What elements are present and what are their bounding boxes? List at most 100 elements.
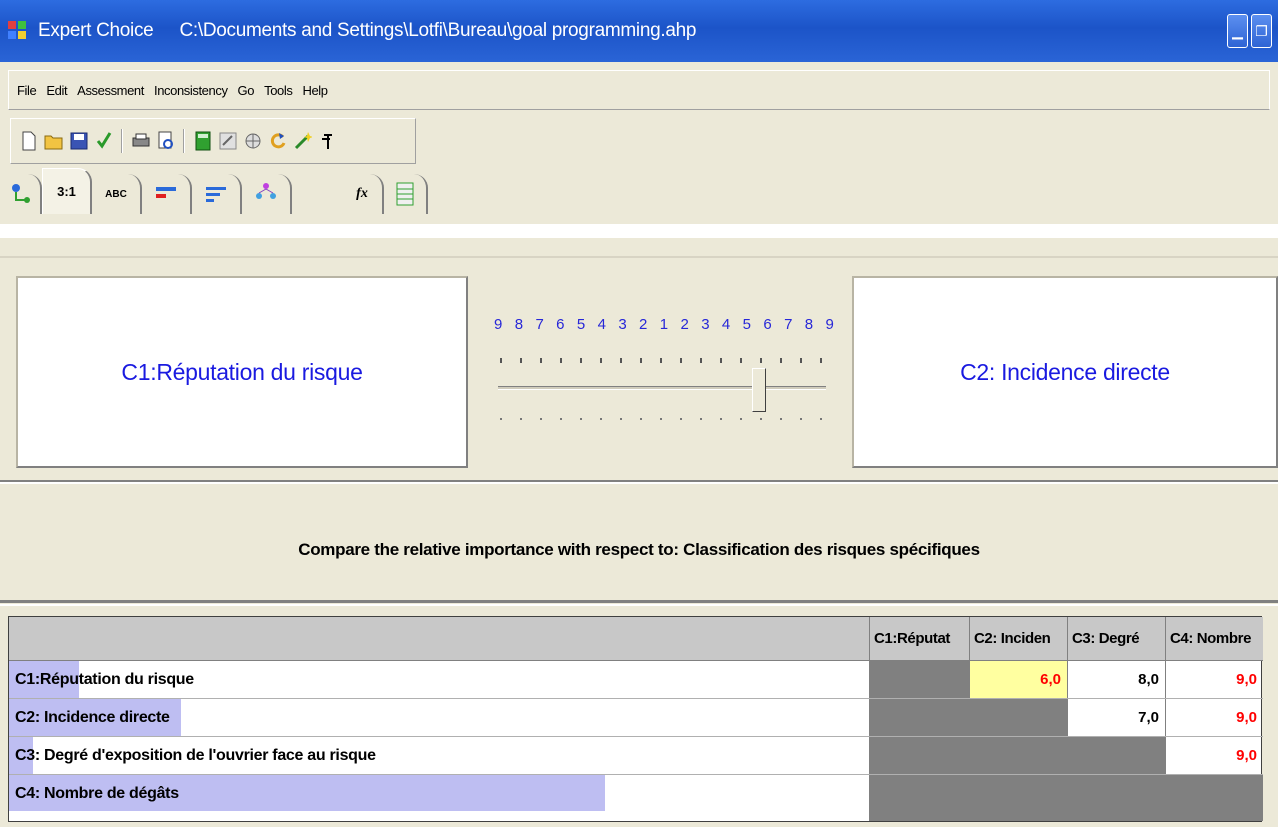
scale-num[interactable]: 9 xyxy=(826,316,834,333)
app-icon[interactable] xyxy=(8,21,28,41)
slider-dot xyxy=(660,418,662,420)
matrix-cell[interactable]: 8,0 xyxy=(1067,661,1165,698)
scale-num[interactable]: 3 xyxy=(701,316,709,333)
matrix-cell xyxy=(869,775,969,821)
menu-go[interactable]: Go xyxy=(238,83,255,98)
matrix-cell[interactable]: 9,0 xyxy=(1165,699,1263,736)
matrix-cell-selected[interactable]: 6,0 xyxy=(969,661,1067,698)
menu-tools[interactable]: Tools xyxy=(264,83,293,98)
scale-num[interactable]: 4 xyxy=(598,316,606,333)
separator-line xyxy=(0,256,1278,258)
slider-dot xyxy=(780,418,782,420)
save-icon[interactable] xyxy=(69,130,88,152)
calculator-icon[interactable] xyxy=(193,130,212,152)
tab-formula[interactable]: fx xyxy=(342,174,384,214)
arrow-icon[interactable] xyxy=(318,130,337,152)
tab-model[interactable] xyxy=(242,174,292,214)
scale-num[interactable]: 7 xyxy=(784,316,792,333)
print-icon[interactable] xyxy=(131,130,150,152)
tab-graphical[interactable] xyxy=(142,174,192,214)
menu-edit[interactable]: Edit xyxy=(46,83,67,98)
compare-icon[interactable] xyxy=(218,130,237,152)
right-element-label: C2: Incidence directe xyxy=(960,358,1170,385)
tab-tree-view[interactable] xyxy=(4,174,42,214)
scale-num[interactable]: 9 xyxy=(494,316,502,333)
slider-dot xyxy=(800,418,802,420)
slider-dot xyxy=(760,418,762,420)
scale-num[interactable]: 6 xyxy=(556,316,564,333)
scale-num[interactable]: 3 xyxy=(618,316,626,333)
slider-ticks-top xyxy=(500,358,822,363)
scale-num[interactable]: 1 xyxy=(660,316,668,333)
slider-dot xyxy=(520,418,522,420)
slider-tick xyxy=(820,358,822,363)
wand-icon[interactable] xyxy=(293,130,312,152)
row-label[interactable]: C4: Nombre de dégâts xyxy=(9,775,869,821)
mode-tabs: 3:1 ABC fx xyxy=(4,168,428,214)
print-preview-icon[interactable] xyxy=(156,130,175,152)
matrix-cell[interactable]: 9,0 xyxy=(1165,661,1263,698)
matrix-row: C4: Nombre de dégâts xyxy=(9,775,1263,821)
column-header[interactable]: C3: Degré xyxy=(1067,617,1165,661)
menu-inconsistency[interactable]: Inconsistency xyxy=(154,83,228,98)
slider-dot xyxy=(720,418,722,420)
slider-tick xyxy=(640,358,642,363)
column-header[interactable]: C4: Nombre xyxy=(1165,617,1263,661)
slider-tick xyxy=(800,358,802,363)
app-title: Expert Choice xyxy=(38,20,154,41)
file-path: C:\Documents and Settings\Lotfi\Bureau\g… xyxy=(179,20,697,41)
menu-help[interactable]: Help xyxy=(302,83,328,98)
separator-strip xyxy=(0,224,1278,238)
right-element-box[interactable]: C2: Incidence directe xyxy=(852,276,1278,468)
tab-numerical[interactable]: 3:1 xyxy=(42,168,92,214)
slider-dot xyxy=(540,418,542,420)
matrix-cell xyxy=(869,661,969,698)
slider-tick xyxy=(700,358,702,363)
scale-num[interactable]: 8 xyxy=(805,316,813,333)
row-label-text: C3: Degré d'exposition de l'ouvrier face… xyxy=(15,747,376,764)
menu-assessment[interactable]: Assessment xyxy=(77,83,144,98)
row-label[interactable]: C1:Réputation du risque xyxy=(9,661,869,698)
left-element-box[interactable]: C1:Réputation du risque xyxy=(16,276,468,468)
row-label[interactable]: C2: Incidence directe xyxy=(9,699,869,736)
panel-divider xyxy=(0,480,1278,484)
column-header[interactable]: C2: Inciden xyxy=(969,617,1067,661)
scale-num[interactable]: 8 xyxy=(515,316,523,333)
slider-dot xyxy=(700,418,702,420)
matrix-cell[interactable]: 7,0 xyxy=(1067,699,1165,736)
slider-dot xyxy=(580,418,582,420)
matrix-cell xyxy=(969,699,1067,736)
matrix-cell[interactable]: 9,0 xyxy=(1165,737,1263,774)
scale-num[interactable]: 7 xyxy=(535,316,543,333)
refresh-icon[interactable] xyxy=(268,130,287,152)
matrix-cell xyxy=(969,775,1067,821)
row-label[interactable]: C3: Degré d'exposition de l'ouvrier face… xyxy=(9,737,869,774)
matrix-cell xyxy=(1165,775,1263,821)
open-folder-icon[interactable] xyxy=(44,130,63,152)
toolbar xyxy=(10,118,416,164)
column-header[interactable]: C1:Réputat xyxy=(869,617,969,661)
scale-num[interactable]: 2 xyxy=(680,316,688,333)
tab-data-grid[interactable] xyxy=(384,174,428,214)
tree-icon xyxy=(12,184,30,203)
slider-tick xyxy=(780,358,782,363)
slider-track[interactable] xyxy=(498,386,826,390)
tab-questionnaire[interactable] xyxy=(192,174,242,214)
slider-dot xyxy=(820,418,822,420)
menu-file[interactable]: File xyxy=(17,83,37,98)
scale-num[interactable]: 5 xyxy=(743,316,751,333)
scale-num[interactable]: 6 xyxy=(763,316,771,333)
new-file-icon[interactable] xyxy=(19,130,38,152)
globe-icon[interactable] xyxy=(243,130,262,152)
tab-verbal[interactable]: ABC xyxy=(92,174,142,214)
minimize-button[interactable]: ▁ xyxy=(1227,14,1248,48)
matrix-row: C3: Degré d'exposition de l'ouvrier face… xyxy=(9,737,1263,775)
scale-num[interactable]: 2 xyxy=(639,316,647,333)
check-icon[interactable] xyxy=(94,130,113,152)
scale-num[interactable]: 4 xyxy=(722,316,730,333)
slider-tick xyxy=(540,358,542,363)
slider-thumb[interactable] xyxy=(752,368,766,412)
restore-button[interactable]: ❐ xyxy=(1251,14,1272,48)
slider-dot xyxy=(500,418,502,420)
scale-num[interactable]: 5 xyxy=(577,316,585,333)
